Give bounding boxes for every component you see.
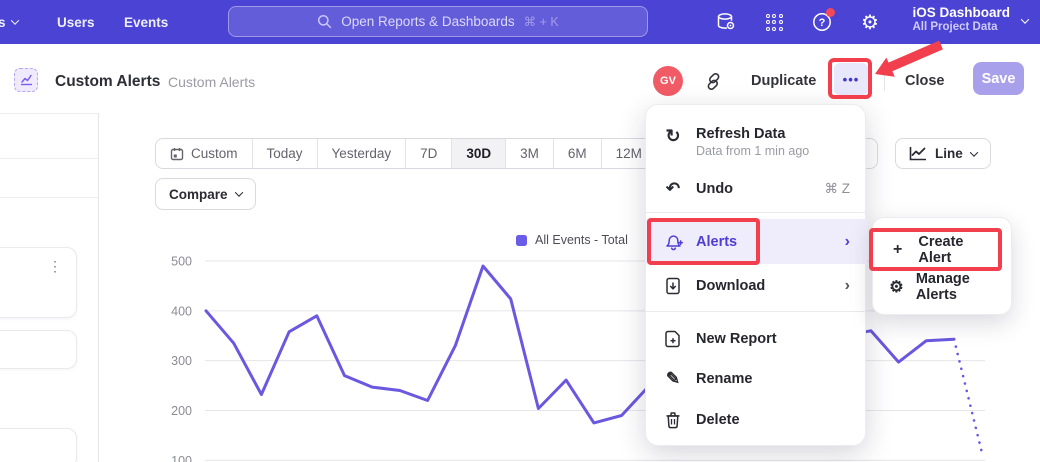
date-range-7d[interactable]: 7D xyxy=(405,139,451,168)
submenu-arrow-icon: › xyxy=(845,277,850,295)
chevron-down-icon xyxy=(10,16,18,24)
menu-item-alerts[interactable]: Alerts › xyxy=(646,219,867,264)
top-nav: s Users Events Open Reports & Dashboards… xyxy=(0,0,1040,44)
search-placeholder: Open Reports & Dashboards xyxy=(341,14,514,29)
chart-badge-icon xyxy=(20,74,33,86)
menu-divider xyxy=(646,212,867,213)
chart-type-button[interactable]: Line xyxy=(895,138,991,169)
report-type-badge xyxy=(14,68,38,92)
report-card[interactable]: ⋮ xyxy=(0,247,77,318)
duplicate-button[interactable]: Duplicate xyxy=(751,73,816,89)
report-header: Custom Alerts Custom Alerts GV Duplicate… xyxy=(0,44,1040,105)
menu-item-download[interactable]: Download › xyxy=(646,264,867,308)
report-card[interactable] xyxy=(0,428,77,462)
y-axis-tick: 500 xyxy=(171,255,192,269)
compare-button[interactable]: Compare xyxy=(155,178,256,210)
search-icon xyxy=(317,14,332,29)
page-title: Custom Alerts xyxy=(55,73,160,91)
sidebar-row-divider xyxy=(0,158,99,159)
avatar[interactable]: GV xyxy=(653,66,683,96)
save-button[interactable]: Save xyxy=(973,62,1024,95)
undo-icon: ↶ xyxy=(663,179,683,199)
search-shortcut: ⌘ + K xyxy=(524,14,559,29)
menu-item-undo[interactable]: ↶ Undo ⌘ Z xyxy=(646,169,867,209)
line-chart-icon xyxy=(909,146,927,161)
new-report-icon xyxy=(663,330,683,348)
data-management-icon[interactable] xyxy=(715,11,737,33)
nav-item-events[interactable]: Events xyxy=(124,0,168,44)
close-button[interactable]: Close xyxy=(905,73,945,89)
refresh-icon: ↻ xyxy=(663,126,683,147)
trash-icon xyxy=(663,411,683,429)
submenu-arrow-icon: › xyxy=(845,233,850,251)
y-axis-tick: 300 xyxy=(171,354,192,368)
menu-item-rename[interactable]: ✎ Rename xyxy=(646,359,867,399)
date-range-yesterday[interactable]: Yesterday xyxy=(317,139,406,168)
plus-icon: + xyxy=(889,241,906,259)
notification-dot xyxy=(826,8,835,17)
sidebar-divider xyxy=(98,113,99,462)
kebab-menu-icon[interactable]: ⋮ xyxy=(48,258,62,275)
project-name: iOS Dashboard xyxy=(912,5,1010,20)
header-divider xyxy=(884,68,885,91)
refresh-subtext: Data from 1 min ago xyxy=(696,144,809,158)
nav-item-partial[interactable]: s xyxy=(0,0,18,44)
gear-icon: ⚙ xyxy=(889,277,904,297)
series-projected-line xyxy=(954,339,982,453)
submenu-item-create-alert[interactable]: + Create Alert xyxy=(873,231,1013,269)
chevron-down-icon xyxy=(234,188,242,196)
pencil-icon: ✎ xyxy=(663,369,683,389)
sidebar-row-divider xyxy=(0,113,99,114)
sidebar-row-divider xyxy=(0,197,99,198)
settings-gear-icon[interactable]: ⚙ xyxy=(859,11,881,33)
legend-label: All Events - Total xyxy=(535,233,628,247)
report-card[interactable] xyxy=(0,330,77,369)
chevron-down-icon xyxy=(970,148,978,156)
copy-link-icon[interactable] xyxy=(704,72,723,91)
submenu-item-manage-alerts[interactable]: ⚙ Manage Alerts xyxy=(873,268,1013,306)
y-axis-tick: 400 xyxy=(171,304,192,318)
menu-item-delete[interactable]: Delete xyxy=(646,399,867,441)
alerts-submenu: + Create Alert ⚙ Manage Alerts xyxy=(872,217,1012,315)
menu-divider xyxy=(646,311,867,312)
project-switcher[interactable]: iOS Dashboard All Project Data xyxy=(912,5,1010,33)
help-icon[interactable]: ? xyxy=(811,11,833,33)
breadcrumb: Custom Alerts xyxy=(168,74,255,90)
app-root: 500 400 300 200 100 All Events - Total Custo… xyxy=(0,0,1040,462)
chevron-down-icon xyxy=(1021,15,1029,23)
download-icon xyxy=(663,277,683,295)
y-axis-tick: 100 xyxy=(171,454,192,462)
undo-shortcut: ⌘ Z xyxy=(825,181,851,197)
search-input[interactable]: Open Reports & Dashboards ⌘ + K xyxy=(228,6,648,37)
bell-plus-icon xyxy=(663,233,683,251)
sidebar: ⋮ xyxy=(0,105,99,462)
more-actions-menu: ↻ Refresh Data Data from 1 min ago ↶ Und… xyxy=(645,104,866,446)
date-range-today[interactable]: Today xyxy=(252,139,317,168)
chart-legend: All Events - Total xyxy=(516,233,628,247)
apps-grid-icon[interactable] xyxy=(763,11,785,33)
date-range-6m[interactable]: 6M xyxy=(553,139,601,168)
more-actions-button[interactable]: ••• xyxy=(834,63,868,95)
nav-item-users[interactable]: Users xyxy=(57,0,95,44)
menu-item-new-report[interactable]: New Report xyxy=(646,319,867,359)
legend-swatch xyxy=(516,235,527,246)
date-range-control: Custom Today Yesterday 7D 30D 3M 6M 12M xyxy=(155,138,657,169)
date-range-custom[interactable]: Custom xyxy=(156,139,252,168)
y-axis-tick: 200 xyxy=(171,404,192,418)
calendar-icon xyxy=(170,147,184,161)
svg-text:?: ? xyxy=(819,17,826,29)
menu-item-refresh-data[interactable]: ↻ Refresh Data Data from 1 min ago xyxy=(646,115,867,169)
date-range-label: Custom xyxy=(191,146,238,161)
project-scope: All Project Data xyxy=(912,21,1010,33)
date-range-3m[interactable]: 3M xyxy=(505,139,553,168)
date-range-30d-selected[interactable]: 30D xyxy=(451,139,505,168)
